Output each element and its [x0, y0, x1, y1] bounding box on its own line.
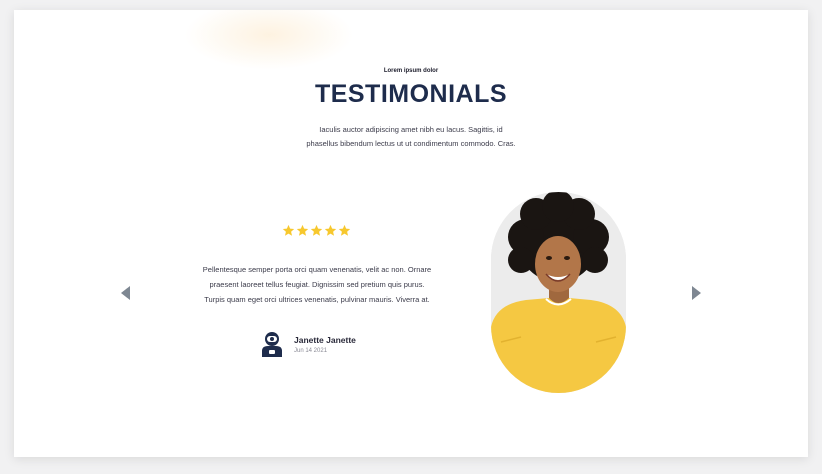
testimonials-card: Lorem ipsum dolor TESTIMONIALS Iaculis a… — [14, 10, 808, 457]
decorative-glow — [184, 10, 354, 70]
quote-line: Pellentesque semper porta orci quam vene… — [202, 265, 432, 274]
testimonial-quote: Pellentesque semper porta orci quam vene… — [192, 262, 442, 307]
star-icon — [296, 224, 309, 236]
star-icon — [310, 224, 323, 236]
quote-line: Turpis quam eget orci ultrices venenatis… — [204, 295, 430, 304]
astronaut-avatar-icon — [262, 332, 282, 357]
section-intro: Iaculis auctor adipiscing amet nibh eu l… — [286, 123, 536, 151]
intro-line: Iaculis auctor adipiscing amet nibh eu l… — [319, 125, 503, 134]
intro-line: phasellus bibendum lectus ut ut condimen… — [306, 139, 516, 148]
chevron-left-icon — [121, 286, 130, 300]
chevron-right-icon — [692, 286, 701, 300]
rating-stars — [282, 224, 354, 238]
star-icon — [324, 224, 337, 236]
author-name: Janette Janette — [294, 335, 356, 345]
quote-line: praesent laoreet tellus feugiat. Digniss… — [209, 280, 425, 289]
star-icon — [338, 224, 351, 236]
section-title: TESTIMONIALS — [314, 80, 508, 108]
section-eyebrow: Lorem ipsum dolor — [383, 68, 439, 74]
portrait-photo — [491, 192, 626, 393]
author-date: Jun 14 2021 — [294, 348, 328, 354]
previous-button[interactable] — [120, 286, 134, 300]
next-button[interactable] — [690, 286, 704, 300]
star-icon — [282, 224, 295, 236]
